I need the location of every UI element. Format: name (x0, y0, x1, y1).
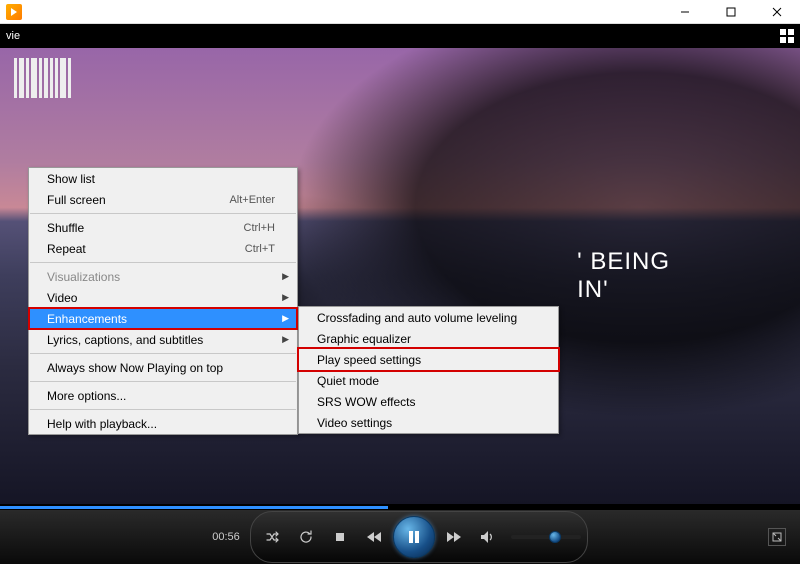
submenu-item-crossfading-and-auto-volume-leveling[interactable]: Crossfading and auto volume leveling (299, 307, 558, 328)
submenu-item-label: Quiet mode (317, 374, 536, 388)
menu-item-label: Help with playback... (47, 417, 275, 431)
lyric-line-2: IN' (577, 276, 670, 304)
chevron-right-icon: ▶ (282, 271, 289, 282)
menu-item-label: Always show Now Playing on top (47, 361, 275, 375)
minimize-button[interactable] (662, 0, 708, 24)
elapsed-time: 00:56 (212, 531, 240, 543)
chevron-right-icon: ▶ (282, 313, 289, 324)
view-switch-icon[interactable] (780, 29, 794, 43)
submenu-item-graphic-equalizer[interactable]: Graphic equalizer (299, 328, 558, 349)
menu-separator (30, 262, 296, 263)
submenu-item-srs-wow-effects[interactable]: SRS WOW effects (299, 391, 558, 412)
enhancements-submenu: Crossfading and auto volume leveling Grap… (298, 306, 559, 434)
menu-item-label: More options... (47, 389, 275, 403)
menu-item-label: Full screen (47, 193, 229, 207)
volume-thumb[interactable] (549, 531, 561, 543)
submenu-item-label: SRS WOW effects (317, 395, 536, 409)
close-button[interactable] (754, 0, 800, 24)
menu-item-help-with-playback[interactable]: Help with playback... (29, 413, 297, 434)
menu-separator (30, 409, 296, 410)
menu-item-label: Lyrics, captions, and subtitles (47, 333, 275, 347)
lyric-overlay: ' BEING IN' (577, 248, 670, 303)
submenu-item-label: Play speed settings (317, 353, 536, 367)
submenu-item-play-speed-settings[interactable]: Play speed settings (299, 349, 558, 370)
player-toolbar: vie (0, 24, 800, 48)
submenu-item-label: Crossfading and auto volume leveling (317, 311, 536, 325)
menu-item-label: Show list (47, 172, 275, 186)
menu-item-lyrics-captions-and-subtitles[interactable]: Lyrics, captions, and subtitles ▶ (29, 329, 297, 350)
mute-button[interactable] (473, 522, 503, 552)
lyric-line-1: ' BEING (577, 248, 670, 276)
window-titlebar (0, 0, 800, 24)
menu-item-label: Video (47, 291, 275, 305)
maximize-button[interactable] (708, 0, 754, 24)
menu-item-shortcut: Alt+Enter (229, 194, 275, 206)
video-viewport[interactable]: ' BEING IN' Show list Full screenAlt+Ente… (0, 48, 800, 504)
menu-item-shortcut: Ctrl+T (245, 243, 275, 255)
menu-item-label: Enhancements (47, 312, 275, 326)
menu-item-always-show-now-playing-on-top[interactable]: Always show Now Playing on top (29, 357, 297, 378)
menu-item-shortcut: Ctrl+H (244, 222, 275, 234)
menu-item-more-options[interactable]: More options... (29, 385, 297, 406)
seek-fill (0, 506, 388, 509)
menu-item-shuffle[interactable]: ShuffleCtrl+H (29, 217, 297, 238)
next-button[interactable] (439, 522, 469, 552)
playback-controls: 00:56 (0, 510, 800, 564)
control-pill (250, 511, 588, 563)
menu-item-visualizations: Visualizations ▶ (29, 266, 297, 287)
menu-item-video[interactable]: Video ▶ (29, 287, 297, 308)
app-icon (6, 4, 22, 20)
menu-item-show-list[interactable]: Show list (29, 168, 297, 189)
fullscreen-button[interactable] (768, 528, 786, 546)
mode-label: vie (6, 30, 20, 42)
volume-slider[interactable] (511, 535, 581, 539)
submenu-item-video-settings[interactable]: Video settings (299, 412, 558, 433)
menu-item-label: Repeat (47, 242, 245, 256)
menu-separator (30, 381, 296, 382)
chevron-right-icon: ▶ (282, 334, 289, 345)
stop-button[interactable] (325, 522, 355, 552)
submenu-item-label: Video settings (317, 416, 536, 430)
video-overlay-graphic (14, 58, 71, 98)
menu-item-repeat[interactable]: RepeatCtrl+T (29, 238, 297, 259)
shuffle-button[interactable] (257, 522, 287, 552)
menu-item-enhancements[interactable]: Enhancements ▶ (29, 308, 297, 329)
previous-button[interactable] (359, 522, 389, 552)
repeat-button[interactable] (291, 522, 321, 552)
submenu-item-label: Graphic equalizer (317, 332, 536, 346)
context-menu: Show list Full screenAlt+Enter ShuffleCtrl… (28, 167, 298, 435)
play-pause-button[interactable] (393, 516, 435, 558)
menu-item-label: Shuffle (47, 221, 244, 235)
menu-item-full-screen[interactable]: Full screenAlt+Enter (29, 189, 297, 210)
menu-separator (30, 213, 296, 214)
menu-item-label: Visualizations (47, 270, 275, 284)
chevron-right-icon: ▶ (282, 292, 289, 303)
menu-separator (30, 353, 296, 354)
submenu-item-quiet-mode[interactable]: Quiet mode (299, 370, 558, 391)
